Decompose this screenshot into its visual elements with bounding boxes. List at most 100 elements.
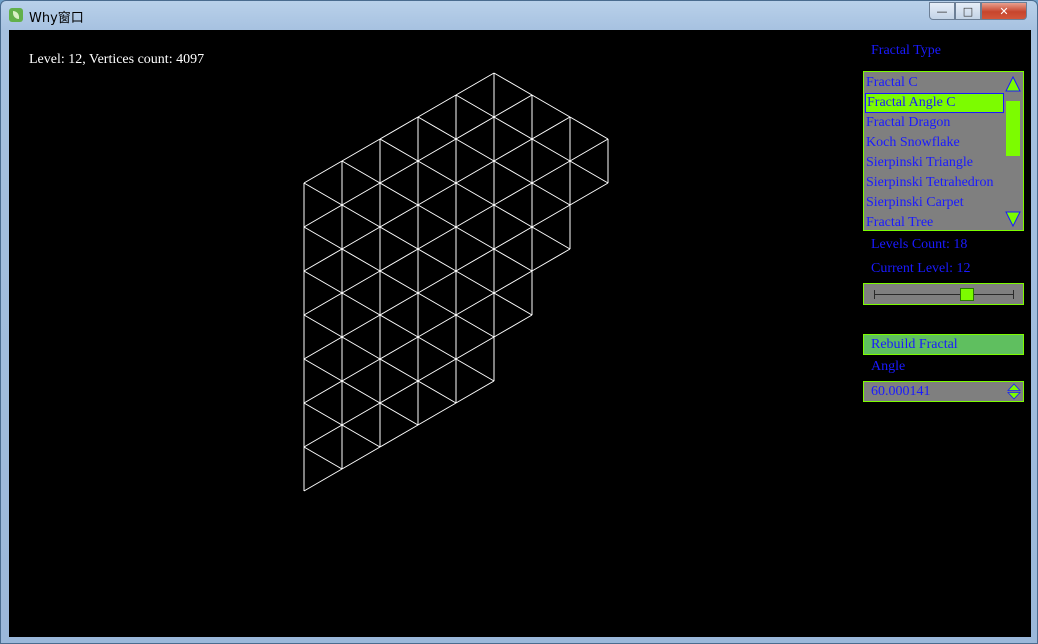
fractal-edge [379,160,419,184]
scroll-thumb[interactable] [1006,101,1020,156]
fractal-type-item[interactable]: Sierpinski Triangle [865,153,1004,173]
fractal-edge [531,248,571,272]
angle-label: Angle [871,359,906,374]
close-icon: ✕ [999,4,1009,18]
fractal-type-item[interactable]: Fractal Tree [865,213,1004,233]
fractal-edge [341,204,381,228]
fractal-type-list[interactable]: Fractal C Fractal Angle C Fractal Dragon Ko… [863,71,1024,231]
fractal-edge [417,380,457,404]
fractal-edge [493,270,533,294]
fractal-edge [379,402,419,426]
close-button[interactable]: ✕ [981,2,1027,20]
fractal-edge [303,182,343,206]
fractal-edge [531,138,571,162]
maximize-icon: □ [962,4,974,18]
fractal-edge [493,72,533,96]
fractal-edge [417,314,457,338]
fractal-edge [341,248,381,272]
fractal-edge [303,468,343,492]
fractal-edge [379,204,419,228]
fractal-type-item[interactable]: Fractal C [865,73,1004,93]
spin-arrows-icon[interactable] [1006,383,1022,400]
minimize-button[interactable]: — [929,2,955,20]
fractal-edge [493,182,533,206]
fractal-edge [455,116,495,140]
fractal-edge [455,204,495,228]
fractal-edge [303,226,343,250]
fractal-edge [455,226,495,250]
fractal-edge [303,160,343,184]
fractal-edge [303,424,343,448]
list-scrollbar[interactable] [1004,73,1022,229]
fractal-edge [341,270,381,294]
level-slider[interactable] [863,283,1024,305]
fractal-edge [341,380,381,404]
minimize-icon: — [936,4,948,18]
render-canvas[interactable]: Level: 12, Vertices count: 4097 Fractal … [9,30,1031,637]
fractal-edge [303,380,343,404]
fractal-edge [493,138,533,162]
fractal-edge [379,424,419,448]
levels-count-label: Levels Count: 18 [871,237,968,252]
fractal-edge [417,292,457,316]
fractal-type-item[interactable]: Fractal Dragon [865,113,1004,133]
status-text: Level: 12, Vertices count: 4097 [29,52,205,67]
fractal-edge [455,270,495,294]
fractal-edge [531,226,571,250]
window-title: Why窗口 [29,11,84,26]
fractal-edge [493,292,533,316]
fractal-edge [569,182,609,206]
fractal-edge [455,314,495,338]
fractal-edge [531,160,571,184]
fractal-edge [379,138,419,162]
fractal-edge [341,182,381,206]
angle-value: 60.000141 [871,384,931,399]
slider-track [874,294,1014,295]
rebuild-fractal-button[interactable]: Rebuild Fractal [863,334,1024,355]
fractal-edge [417,226,457,250]
scroll-up-icon[interactable] [1004,75,1022,93]
fractal-edge [455,292,495,316]
fractal-type-item[interactable]: Sierpinski Carpet [865,193,1004,213]
maximize-button[interactable]: □ [955,2,981,20]
fractal-edge [417,270,457,294]
fractal-edge [417,358,457,382]
fractal-edge [531,204,571,228]
fractal-edge [531,116,571,140]
current-level-label: Current Level: 12 [871,261,971,276]
fractal-edge [417,94,457,118]
fractal-edge [303,314,343,338]
fractal-edge [531,94,571,118]
fractal-type-item[interactable]: Fractal Angle C [865,93,1004,113]
title-bar[interactable]: Why窗口 — □ ✕ [1,1,1037,30]
fractal-edge [341,226,381,250]
fractal-edge [417,402,457,426]
fractal-edge [417,248,457,272]
fractal-edge [379,314,419,338]
fractal-edge [379,116,419,140]
fractal-type-item[interactable]: Koch Snowflake [865,133,1004,153]
fractal-edge [379,270,419,294]
fractal-edge [455,72,495,96]
fractal-edge [379,182,419,206]
fractal-edge [455,138,495,162]
fractal-edge [569,160,609,184]
scroll-down-icon[interactable] [1004,210,1022,228]
fractal-edge [341,314,381,338]
fractal-edge [569,138,609,162]
fractal-edge [417,336,457,360]
fractal-edge [303,336,343,360]
fractal-edge [569,116,609,140]
fractal-type-label: Fractal Type [871,43,941,58]
fractal-edge [379,292,419,316]
angle-spinbox[interactable]: 60.000141 [863,381,1024,402]
fractal-edge [455,358,495,382]
fractal-edge [455,160,495,184]
fractal-edge [417,116,457,140]
fractal-edge [341,138,381,162]
fractal-edge [303,204,343,228]
fractal-edge [379,380,419,404]
slider-knob[interactable] [960,288,974,301]
fractal-edge [531,182,571,206]
fractal-type-item[interactable]: Sierpinski Tetrahedron [865,173,1004,193]
